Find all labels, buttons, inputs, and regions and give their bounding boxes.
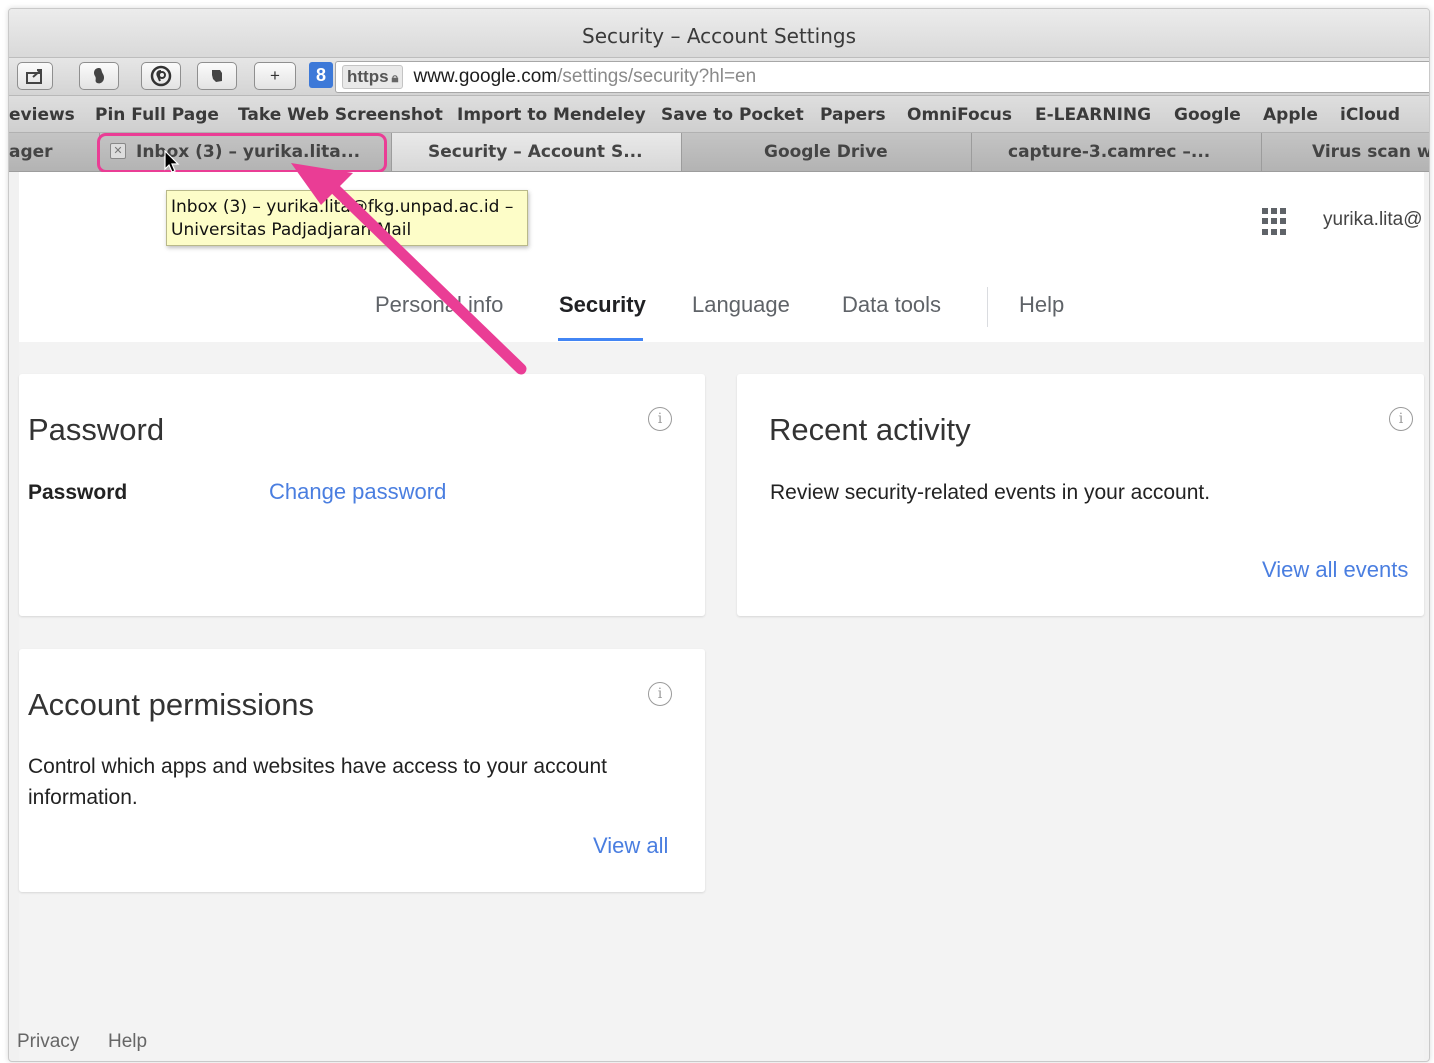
view-all-events-link[interactable]: View all events <box>1262 557 1408 583</box>
url-path: /settings/security?hl=en <box>557 66 757 87</box>
view-all-link[interactable]: View all <box>593 833 668 859</box>
account-permissions-description: Control which apps and websites have acc… <box>28 755 607 809</box>
user-email[interactable]: yurika.lita@ <box>1323 209 1423 231</box>
browser-window: Security – Account Settings + 8 https 🔒︎ … <box>8 8 1430 1062</box>
password-card: Password i Password Change password <box>19 374 705 616</box>
pinterest-icon <box>150 65 172 87</box>
bookmark-omnifocus[interactable]: OmniFocus <box>907 105 1012 125</box>
account-permissions-card: Account permissions i Control which apps… <box>19 649 705 892</box>
tab-capture-camrec[interactable]: capture-3.camrec –... <box>971 133 1261 171</box>
evernote-button[interactable] <box>79 62 119 90</box>
apps-grid-icon[interactable] <box>1262 208 1290 236</box>
tab-label: Security – Account S... <box>428 142 643 162</box>
bookmark-apple[interactable]: Apple <box>1263 105 1318 125</box>
tab-data-tools[interactable]: Data tools <box>842 292 941 318</box>
url-host: www.google.com <box>413 66 558 87</box>
page-content: yurika.lita@ Personal info Security Lang… <box>17 172 1424 1061</box>
tab-virus-scan[interactable]: Virus scan w <box>1261 133 1429 171</box>
tab-security[interactable]: Security <box>559 292 646 318</box>
title-bar: Security – Account Settings <box>9 9 1429 58</box>
tooltip-line-1: Inbox (3) – yurika.lita@fkg.unpad.ac.id … <box>171 197 514 217</box>
https-indicator: https 🔒︎ <box>342 65 404 89</box>
bookmark-pin-full-page[interactable]: Pin Full Page <box>95 105 219 125</box>
tab-security-account-settings[interactable]: Security – Account S... <box>391 133 681 171</box>
bookmarks-bar: eviews Pin Full Page Take Web Screenshot… <box>9 96 1429 133</box>
change-password-link[interactable]: Change password <box>269 479 446 505</box>
bookmark-icloud[interactable]: iCloud <box>1340 105 1400 125</box>
tab-label: Virus scan w <box>1312 142 1429 162</box>
card-title: Account permissions <box>28 687 315 722</box>
cards-area: Password i Password Change password Rece… <box>19 342 1424 1061</box>
tab-language[interactable]: Language <box>692 292 790 318</box>
evernote-icon <box>94 68 105 84</box>
bookmark-e-learning[interactable]: E-LEARNING <box>1035 105 1151 125</box>
bookmark-google[interactable]: Google <box>1174 105 1241 125</box>
evernote-clipper-button[interactable] <box>197 62 237 90</box>
bookmark-reviews[interactable]: eviews <box>9 105 75 125</box>
tab-google-drive[interactable]: Google Drive <box>681 133 971 171</box>
bookmark-save-to-pocket[interactable]: Save to Pocket <box>661 105 804 125</box>
bookmark-import-to-mendeley[interactable]: Import to Mendeley <box>457 105 646 125</box>
recent-activity-description: Review security-related events in your a… <box>770 481 1211 504</box>
tab-help[interactable]: Help <box>1019 292 1064 318</box>
active-tab-underline <box>558 338 643 341</box>
elephant-icon <box>212 70 222 82</box>
address-bar[interactable]: https 🔒︎ www.google.com/settings/security… <box>335 61 1429 93</box>
tooltip-line-2: Universitas Padjadjaran Mail <box>171 220 412 240</box>
card-title: Recent activity <box>769 412 971 447</box>
info-icon[interactable]: i <box>1389 407 1413 431</box>
footer-help-link[interactable]: Help <box>108 1031 147 1053</box>
lock-icon: 🔒︎ <box>391 70 399 85</box>
nav-divider <box>987 287 988 327</box>
tab-highlight-annotation <box>97 133 387 173</box>
info-icon[interactable]: i <box>648 407 672 431</box>
info-icon[interactable]: i <box>648 682 672 706</box>
tab-label: Google Drive <box>764 142 888 162</box>
tab-personal-info[interactable]: Personal info <box>375 292 503 318</box>
password-label: Password <box>28 481 128 504</box>
bookmark-papers[interactable]: Papers <box>820 105 886 125</box>
bookmark-take-web-screenshot[interactable]: Take Web Screenshot <box>238 105 443 125</box>
tab-tooltip: Inbox (3) – yurika.lita@fkg.unpad.ac.id … <box>166 190 528 246</box>
tab-label: capture-3.camrec –... <box>1008 142 1211 162</box>
card-title: Password <box>28 412 165 447</box>
recent-activity-card: Recent activity i Review security-relate… <box>737 374 1424 616</box>
window-title: Security – Account Settings <box>582 24 856 48</box>
add-button[interactable]: + <box>254 62 296 90</box>
tab-manager[interactable]: ager <box>9 133 99 171</box>
extension-badge[interactable]: 8 <box>309 62 333 88</box>
tab-label: ager <box>9 142 53 162</box>
browser-toolbar: + 8 https 🔒︎ www.google.com/settings/secu… <box>9 58 1429 96</box>
mouse-cursor-icon <box>164 150 180 173</box>
share-icon <box>26 69 42 84</box>
footer-privacy-link[interactable]: Privacy <box>17 1031 79 1053</box>
share-button[interactable] <box>17 62 53 90</box>
pinterest-button[interactable] <box>141 62 181 90</box>
